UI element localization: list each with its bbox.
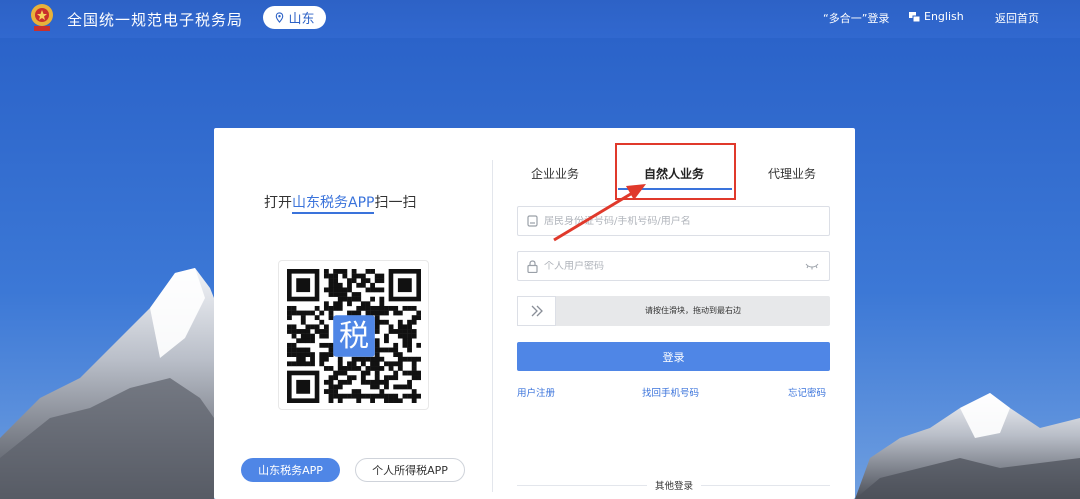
user-card-icon [527,215,538,227]
language-icon [909,11,920,22]
qr-center-logo: 税 [339,319,369,354]
forgot-password-link[interactable]: 忘记密码 [788,385,826,399]
login-button[interactable]: 登录 [517,342,830,371]
english-label: English [924,10,964,23]
qr-code-image: 税 [287,269,421,403]
shandong-app-button[interactable]: 山东税务APP [241,458,340,482]
location-pin-icon [276,12,284,23]
other-login-label: 其他登录 [647,478,702,492]
other-login-divider: 其他登录 [517,478,830,492]
scan-app-name: 山东税务APP [292,195,375,214]
tax-emblem-icon [31,4,53,31]
back-home-link[interactable]: 返回首页 [995,10,1039,26]
region-selector[interactable]: 山东 [263,6,326,29]
slider-hint: 请按住滑块，拖动到最右边 [645,306,741,315]
english-link[interactable]: English [909,10,964,23]
recover-phone-link[interactable]: 找回手机号码 [642,385,699,399]
scan-instruction: 打开山东税务APP扫一扫 [264,192,417,214]
annotation-arrow-icon [553,184,646,242]
double-chevron-right-icon [531,305,543,317]
eye-closed-icon[interactable] [805,261,819,271]
register-link[interactable]: 用户注册 [517,385,555,399]
scan-suffix: 扫一扫 [374,195,417,211]
site-title: 全国统一规范电子税务局 [67,11,244,29]
scan-prefix: 打开 [264,195,292,211]
password-input[interactable] [544,260,794,272]
personal-tax-app-button[interactable]: 个人所得税APP [355,458,465,482]
login-card: 打开山东税务APP扫一扫 税 山东税务APP 个人所得税APP 企业业务 自然人… [214,128,855,499]
region-label: 山东 [288,12,315,27]
slider-handle[interactable] [517,296,556,326]
multi-login-link[interactable]: “多合一”登录 [823,10,889,26]
lock-icon [527,259,538,273]
top-header: 全国统一规范电子税务局 山东 “多合一”登录 English 返回首页 [0,0,1080,38]
qr-code: 税 [278,260,429,410]
password-field [517,251,830,281]
panel-divider [492,160,493,492]
slider-captcha: 请按住滑块，拖动到最右边 [517,296,830,326]
tab-agent[interactable]: 代理业务 [768,165,816,182]
